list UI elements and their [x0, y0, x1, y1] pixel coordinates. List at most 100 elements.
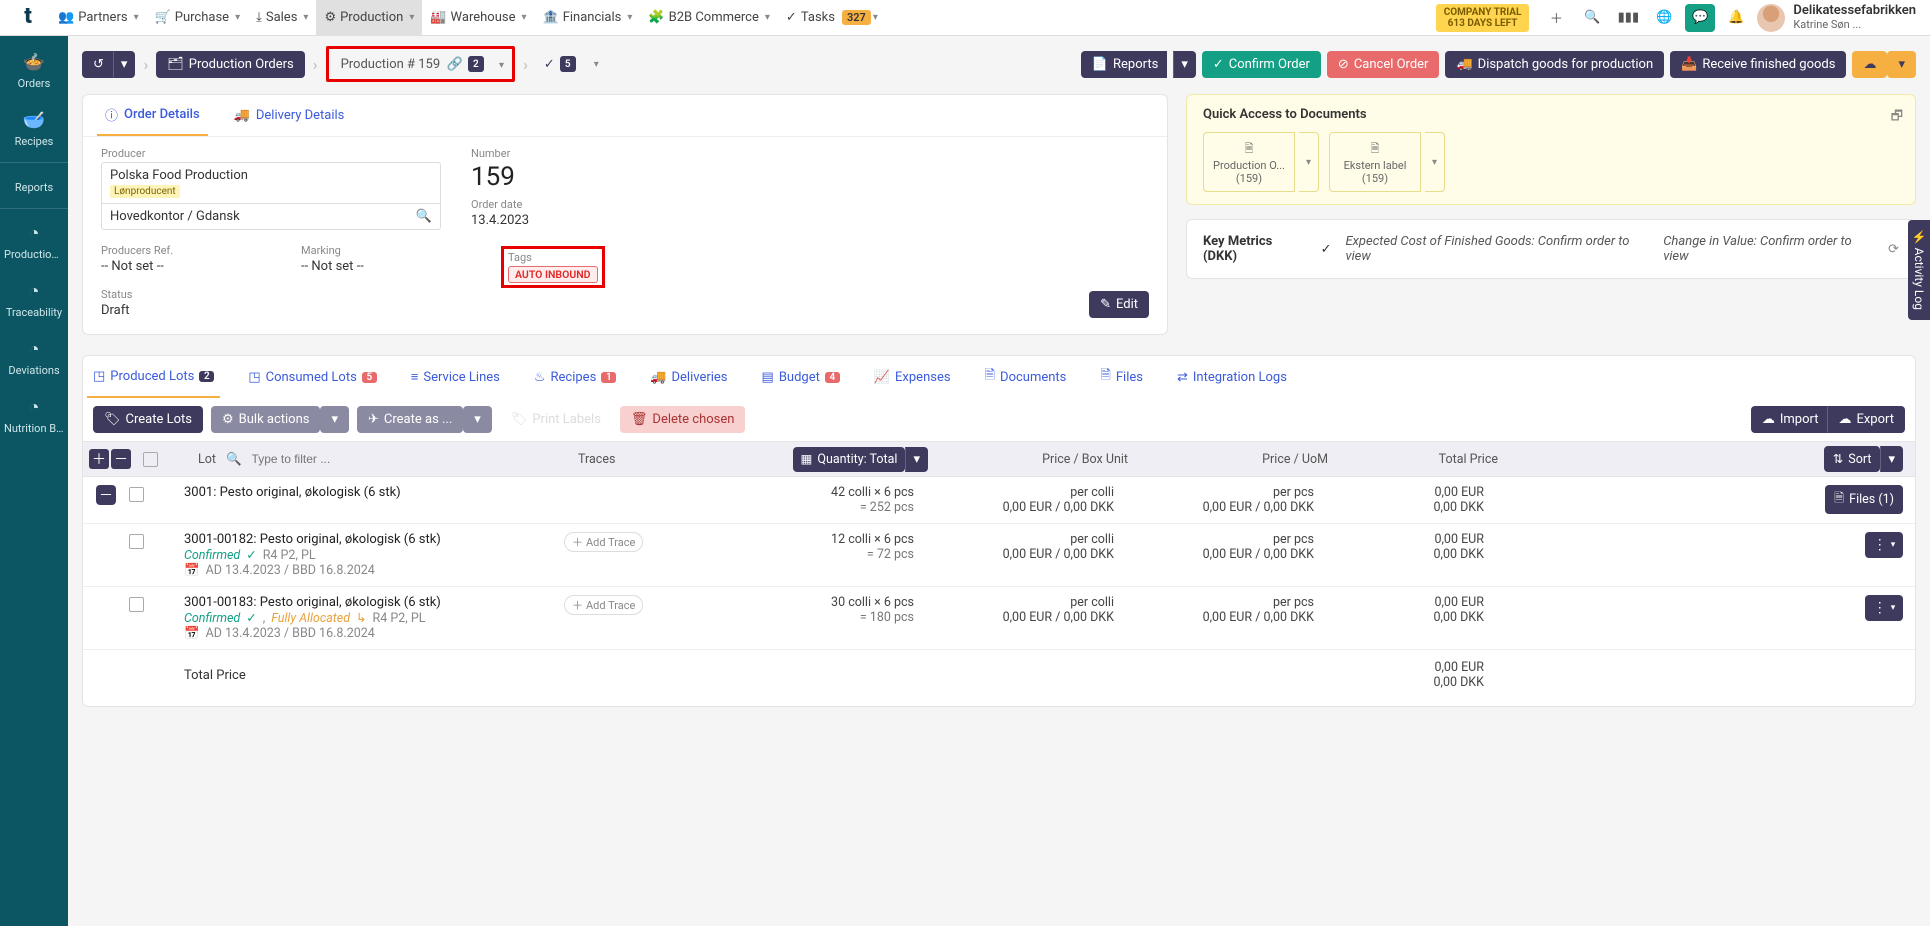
- add-trace-button[interactable]: ＋Add Trace: [564, 595, 643, 615]
- add-button[interactable]: ＋: [1541, 4, 1571, 32]
- tab-produced[interactable]: ◳Produced Lots2: [87, 356, 220, 398]
- sort-caret[interactable]: ▾: [1880, 446, 1903, 472]
- status-value: Draft: [101, 303, 271, 318]
- cloud-button[interactable]: ☁︎: [1852, 51, 1887, 78]
- crumb-caret2[interactable]: ▾: [590, 55, 603, 74]
- qty-header[interactable]: ▦Quantity: Total: [793, 447, 906, 472]
- createas-button[interactable]: ✈Create as ...: [357, 406, 463, 433]
- producer-loc-field[interactable]: Hovedkontor / Gdansk 🔍: [101, 203, 441, 230]
- tab-integration[interactable]: ⇄Integration Logs: [1171, 356, 1293, 398]
- cloud-icon: ☁︎: [1863, 57, 1876, 72]
- tab-expenses[interactable]: 📈Expenses: [868, 356, 957, 398]
- sidebar-orders[interactable]: 🍲Orders: [0, 42, 68, 100]
- globe-button[interactable]: 🌐: [1649, 4, 1679, 32]
- lot-loc: R4 P2, PL: [263, 548, 316, 563]
- export-button[interactable]: ☁︎Export: [1827, 406, 1905, 433]
- row-checkbox[interactable]: [129, 597, 144, 612]
- bulk-caret[interactable]: ▾: [320, 406, 349, 433]
- add-trace-button[interactable]: ＋Add Trace: [564, 532, 643, 552]
- producer-field[interactable]: Polska Food Production Lønproducent: [101, 162, 441, 203]
- tab-recipes[interactable]: ♨Recipes1: [528, 356, 622, 398]
- nav-b2b[interactable]: 🧩B2B Commerce▾: [640, 0, 778, 36]
- select-all[interactable]: [143, 452, 158, 467]
- lots-tabs: ◳Produced Lots2 ◳Consumed Lots5 ≡Service…: [82, 355, 1916, 398]
- ban-icon: ⊘: [1338, 57, 1349, 72]
- crumb-check[interactable]: ✓5: [536, 52, 584, 76]
- reports-caret[interactable]: ▾: [1173, 51, 1196, 78]
- expand-icon[interactable]: 🗗: [1891, 107, 1903, 129]
- nav-sales[interactable]: ⤓Sales▾: [248, 0, 316, 36]
- tab-files[interactable]: 🗎Files: [1094, 356, 1149, 398]
- createas-caret[interactable]: ▾: [463, 406, 492, 433]
- sync-icon[interactable]: ⟳: [1888, 242, 1899, 257]
- tab-deliveries[interactable]: 🚚Deliveries: [644, 356, 733, 398]
- plus-icon: ＋: [1550, 8, 1563, 27]
- sidebar-dev[interactable]: ◔Deviations: [0, 329, 68, 387]
- history-caret[interactable]: ▾: [113, 51, 136, 78]
- delete-button[interactable]: 🗑Delete chosen: [620, 406, 746, 433]
- print-button: 🏷Print Labels: [500, 406, 612, 433]
- calendar-icon: 📅: [184, 563, 200, 578]
- import-button[interactable]: ☁︎Import: [1751, 406, 1828, 433]
- collapse-all[interactable]: －: [111, 449, 131, 469]
- doc-ekstern-label[interactable]: 🗎Ekstern label(159): [1329, 132, 1421, 192]
- collapse-group[interactable]: －: [96, 485, 116, 505]
- company-name: Delikatessefabrikken: [1793, 4, 1916, 18]
- doc1-caret[interactable]: ▾: [1299, 132, 1319, 192]
- activity-log-tab[interactable]: ⚡ Activity Log: [1908, 220, 1930, 320]
- bulk-button[interactable]: ⚙Bulk actions: [211, 406, 321, 433]
- tab-order-details[interactable]: ⓘOrder Details: [97, 95, 208, 136]
- trial-badge[interactable]: COMPANY TRIAL613 DAYS LEFT: [1436, 4, 1530, 32]
- history-button[interactable]: ↺: [82, 51, 113, 78]
- km-title: Key Metrics (DKK): [1203, 234, 1307, 264]
- edit-button[interactable]: ✎Edit: [1089, 291, 1149, 318]
- chat-button[interactable]: 💬: [1685, 4, 1715, 32]
- expand-all[interactable]: ＋: [89, 449, 109, 469]
- doc-production-order[interactable]: 🗎Production O...(159): [1203, 132, 1295, 192]
- pencil-icon: ✎: [1100, 297, 1111, 312]
- row-checkbox[interactable]: [129, 534, 144, 549]
- user-menu[interactable]: Delikatessefabrikken Katrine Søn ...: [1757, 4, 1916, 32]
- file-icon: 🗎: [1834, 489, 1844, 510]
- crumb-caret[interactable]: ▾: [495, 56, 508, 75]
- reports-button[interactable]: 📄Reports: [1081, 51, 1168, 78]
- tab-service[interactable]: ≡Service Lines: [405, 356, 506, 398]
- sidebar-trace[interactable]: ◔Traceability: [0, 271, 68, 329]
- cancel-button[interactable]: ⊘Cancel Order: [1327, 51, 1440, 78]
- nav-production[interactable]: ⚙Production▾: [316, 0, 422, 36]
- row-menu[interactable]: ⋮▾: [1865, 595, 1903, 621]
- tab-budget[interactable]: ▤Budget4: [756, 356, 846, 398]
- bars-icon: ▦: [801, 451, 813, 467]
- nav-purchase[interactable]: 🛒Purchase▾: [147, 0, 249, 36]
- nav-tasks[interactable]: ✓Tasks327▾: [778, 0, 886, 36]
- row-menu[interactable]: ⋮▾: [1865, 532, 1903, 558]
- bell-button[interactable]: 🔔: [1721, 4, 1751, 32]
- tab-consumed[interactable]: ◳Consumed Lots5: [242, 356, 382, 398]
- dispatch-button[interactable]: 🚚Dispatch goods for production: [1445, 51, 1664, 78]
- search-button[interactable]: 🔍: [1577, 4, 1607, 32]
- nav-partners[interactable]: 👥Partners▾: [50, 0, 147, 36]
- doc2-caret[interactable]: ▾: [1425, 132, 1445, 192]
- sort-button[interactable]: ⇅Sort: [1824, 446, 1881, 472]
- pot-icon: 🍲: [23, 52, 45, 73]
- logo[interactable]: t: [14, 4, 42, 32]
- nav-warehouse[interactable]: 🏭Warehouse▾: [422, 0, 534, 36]
- row-checkbox[interactable]: [129, 487, 144, 502]
- tab-documents[interactable]: 🗎Documents: [979, 356, 1073, 398]
- sidebar-reports[interactable]: Reports: [0, 162, 68, 204]
- files-button[interactable]: 🗎Files (1): [1825, 485, 1903, 514]
- tab-delivery-details[interactable]: 🚚Delivery Details: [226, 95, 353, 136]
- barcode-button[interactable]: ▮▮▮: [1613, 4, 1643, 32]
- create-lots-button[interactable]: 🏷Create Lots: [93, 406, 203, 433]
- confirm-button[interactable]: ✓Confirm Order: [1202, 51, 1321, 78]
- sidebar-nutrition[interactable]: ◔Nutrition B...: [0, 387, 68, 445]
- crumb-title[interactable]: Production # 159 🔗2: [333, 52, 492, 76]
- qty-caret[interactable]: ▾: [905, 447, 928, 472]
- sidebar-recipes[interactable]: 🥣Recipes: [0, 100, 68, 158]
- nav-financials[interactable]: 🏦Financials▾: [535, 0, 641, 36]
- receive-button[interactable]: 📥Receive finished goods: [1670, 51, 1846, 78]
- cloud-caret[interactable]: ▾: [1887, 51, 1916, 78]
- lot-filter[interactable]: [252, 452, 512, 466]
- crumb-orders[interactable]: 🗂Production Orders: [156, 51, 305, 78]
- sidebar-prod[interactable]: ◔Production...: [0, 208, 68, 271]
